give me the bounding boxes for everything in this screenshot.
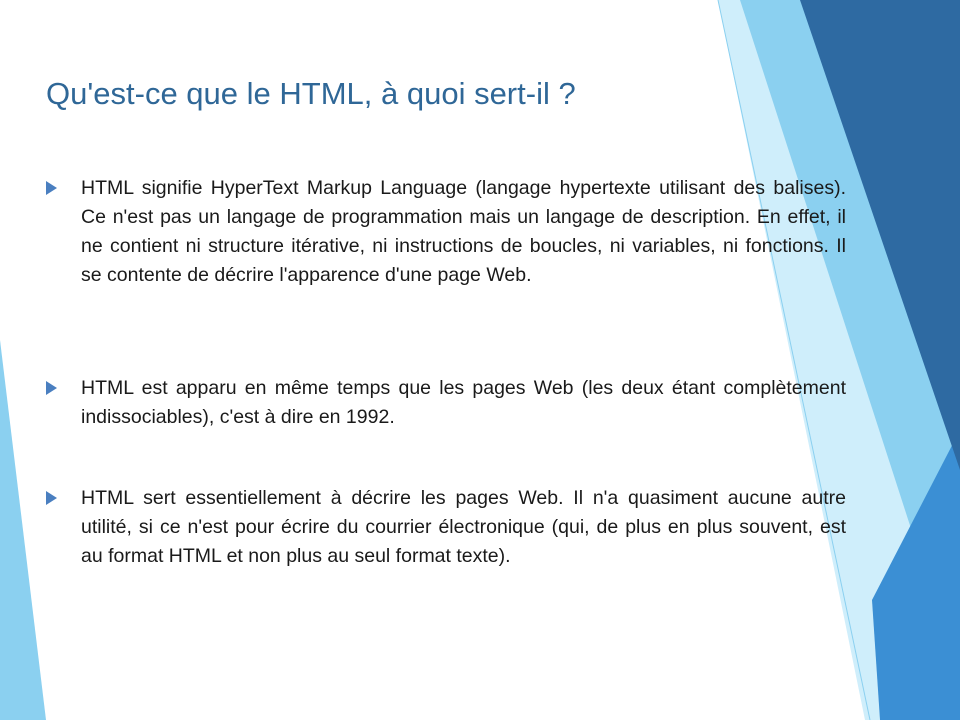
slide: Qu'est-ce que le HTML, à quoi sert-il ? … [0, 0, 960, 720]
bullet-text: HTML est apparu en même temps que les pa… [81, 377, 846, 428]
triangle-bullet-icon [46, 491, 57, 505]
triangle-bullet-icon [46, 181, 57, 195]
slide-title: Qu'est-ce que le HTML, à quoi sert-il ? [46, 76, 576, 111]
left-accent-shape [0, 340, 46, 720]
bullet-text: HTML sert essentiellement à décrire les … [81, 487, 846, 567]
bullet-text: HTML signifie HyperText Markup Language … [81, 177, 846, 286]
triangle-bullet-icon [46, 381, 57, 395]
